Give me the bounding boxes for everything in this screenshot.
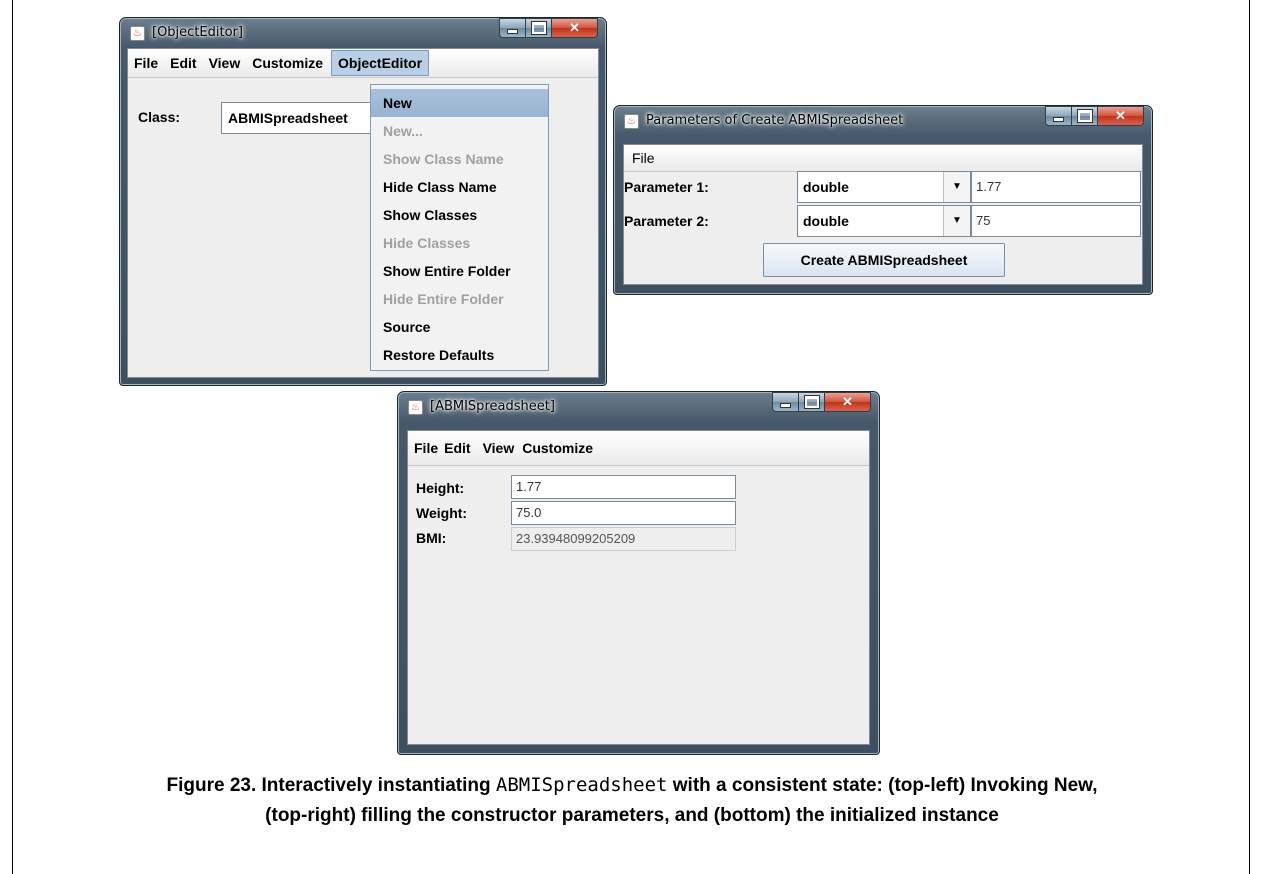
java-icon: ♨ xyxy=(408,400,423,415)
menu-view[interactable]: View xyxy=(477,434,521,462)
maximize-button[interactable] xyxy=(1072,106,1098,126)
bmi-label: BMI: xyxy=(416,530,447,546)
close-button[interactable]: ✕ xyxy=(825,392,871,412)
minimize-button[interactable] xyxy=(772,392,799,412)
parameter-1-type-value: double xyxy=(803,179,849,195)
menuitem-show-class-name[interactable]: Show Class Name xyxy=(371,145,548,173)
menu-edit[interactable]: Edit xyxy=(444,434,476,462)
height-label: Height: xyxy=(416,480,465,496)
dropdown-arrow-icon[interactable]: ▼ xyxy=(943,206,970,236)
menubar: File xyxy=(624,145,1142,172)
window-title: Parameters of Create ABMISpreadsheet xyxy=(646,113,904,128)
menu-customize[interactable]: Customize xyxy=(520,434,599,462)
parameter-1-label: Parameter 1: xyxy=(624,179,709,195)
menu-customize[interactable]: Customize xyxy=(246,49,329,77)
close-icon: ✕ xyxy=(842,394,853,409)
menuitem-show-entire-folder[interactable]: Show Entire Folder xyxy=(371,257,548,285)
window-title: [ObjectEditor] xyxy=(152,25,243,40)
titlebar[interactable]: ♨ [ObjectEditor] ✕ xyxy=(120,18,606,48)
maximize-icon xyxy=(530,21,547,35)
menuitem-new[interactable]: New xyxy=(371,89,548,117)
titlebar[interactable]: ♨ [ABMISpreadsheet] ✕ xyxy=(398,392,879,422)
menu-edit[interactable]: Edit xyxy=(164,49,202,77)
caption-prefix: Figure 23. Interactively instantiating xyxy=(166,775,496,796)
minimize-icon xyxy=(1053,116,1064,122)
menuitem-restore-defaults[interactable]: Restore Defaults xyxy=(371,341,548,369)
minimize-icon xyxy=(780,402,791,408)
titlebar[interactable]: ♨ Parameters of Create ABMISpreadsheet ✕ xyxy=(614,106,1152,136)
figure-caption: Figure 23. Interactively instantiating A… xyxy=(30,770,1234,831)
objecteditor-dropdown-menu: New New... Show Class Name Hide Class Na… xyxy=(370,84,549,371)
menu-file[interactable]: File xyxy=(624,144,661,172)
parameter-2-type-select[interactable]: double ▼ xyxy=(797,205,971,237)
menu-file[interactable]: File xyxy=(408,434,444,462)
menuitem-source[interactable]: Source xyxy=(371,313,548,341)
menu-objecteditor[interactable]: ObjectEditor xyxy=(331,50,430,76)
menuitem-hide-class-name[interactable]: Hide Class Name xyxy=(371,173,548,201)
parameter-1-type-select[interactable]: double ▼ xyxy=(797,171,971,203)
parameter-2-type-value: double xyxy=(803,213,849,229)
menuitem-show-classes[interactable]: Show Classes xyxy=(371,201,548,229)
minimize-button[interactable] xyxy=(499,18,526,38)
weight-input[interactable]: 75.0 xyxy=(511,501,736,525)
parameter-1-input[interactable]: 1.77 xyxy=(971,171,1141,203)
parameter-2-label: Parameter 2: xyxy=(624,213,709,229)
close-icon: ✕ xyxy=(569,20,580,35)
create-button[interactable]: Create ABMISpreadsheet xyxy=(763,243,1005,277)
height-input[interactable]: 1.77 xyxy=(511,475,736,499)
close-button[interactable]: ✕ xyxy=(1098,106,1144,126)
parameters-window: ♨ Parameters of Create ABMISpreadsheet ✕… xyxy=(613,105,1153,295)
menu-view[interactable]: View xyxy=(203,49,247,77)
menuitem-hide-classes[interactable]: Hide Classes xyxy=(371,229,548,257)
parameter-2-input[interactable]: 75 xyxy=(971,205,1141,237)
caption-code: ABMISpreadsheet xyxy=(495,774,668,796)
minimize-button[interactable] xyxy=(1045,106,1072,126)
weight-label: Weight: xyxy=(416,505,468,521)
menu-file[interactable]: File xyxy=(128,49,164,77)
java-icon: ♨ xyxy=(130,26,145,41)
menubar: File Edit View Customize xyxy=(408,431,869,466)
menubar: File Edit View Customize ObjectEditor xyxy=(128,49,598,78)
class-label: Class: xyxy=(138,109,181,125)
minimize-icon xyxy=(507,28,518,34)
abmispreadsheet-window: ♨ [ABMISpreadsheet] ✕ File Edit View Cus… xyxy=(397,391,880,755)
java-icon: ♨ xyxy=(624,114,639,129)
class-field[interactable]: ABMISpreadsheet xyxy=(221,102,381,134)
client-area: File Parameter 1: double ▼ 1.77 Paramete… xyxy=(623,144,1143,285)
window-title: [ABMISpreadsheet] xyxy=(430,399,555,414)
caption-line1-suffix: with a consistent state: (top-left) Invo… xyxy=(667,775,1098,796)
maximize-icon xyxy=(803,395,820,409)
maximize-button[interactable] xyxy=(799,392,825,412)
maximize-icon xyxy=(1076,109,1093,123)
menuitem-hide-entire-folder[interactable]: Hide Entire Folder xyxy=(371,285,548,313)
client-area: File Edit View Customize Height: 1.77 We… xyxy=(407,430,870,745)
bmi-value: 23.93948099205209 xyxy=(511,527,736,551)
maximize-button[interactable] xyxy=(526,18,552,38)
close-button[interactable]: ✕ xyxy=(552,18,598,38)
dropdown-arrow-icon[interactable]: ▼ xyxy=(943,172,970,202)
close-icon: ✕ xyxy=(1115,108,1126,123)
menuitem-new-dialog[interactable]: New... xyxy=(371,117,548,145)
caption-line2: (top-right) filling the constructor para… xyxy=(265,805,999,826)
